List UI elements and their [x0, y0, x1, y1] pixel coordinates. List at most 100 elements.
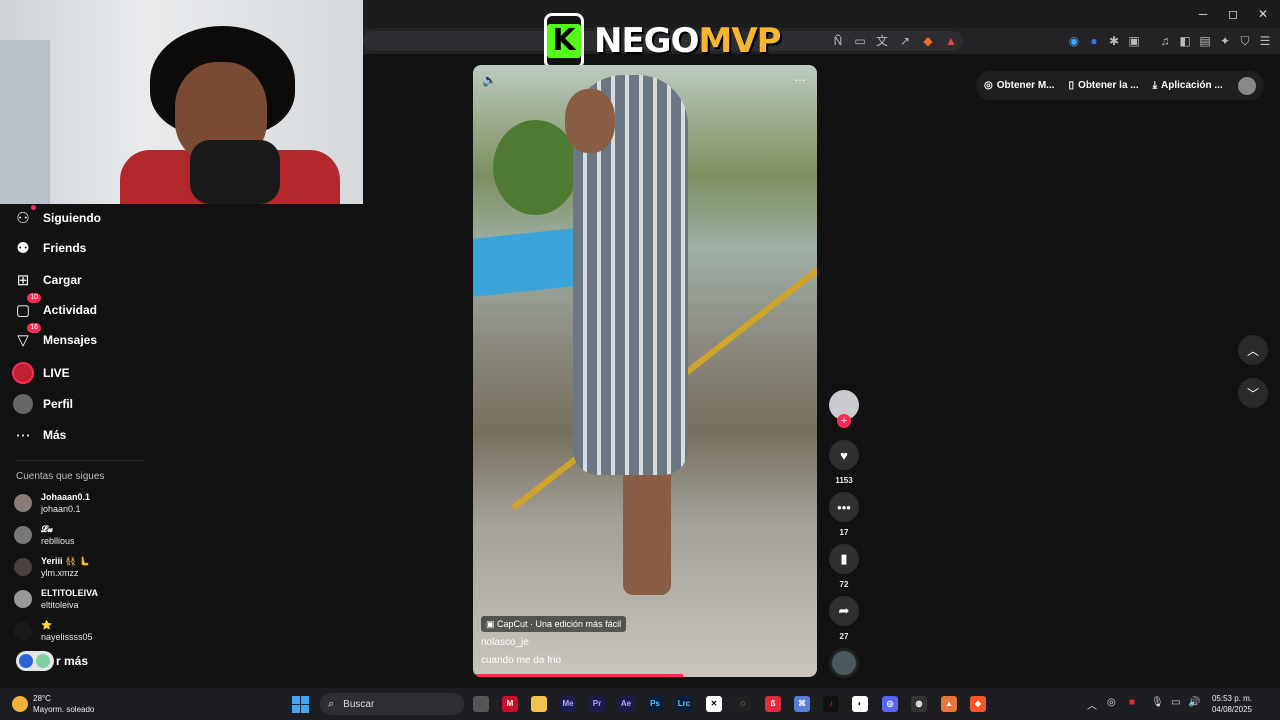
save-button[interactable]: ▮ [829, 544, 859, 574]
next-video-button[interactable]: ﹀ [1238, 378, 1268, 408]
screenshot-icon[interactable]: ▣ [1126, 33, 1142, 49]
kick-logo-icon: K [544, 13, 584, 69]
sidebar-item-mensajes[interactable]: ▽ 16 Mensajes [12, 323, 162, 353]
wifi-ext-icon[interactable]: ◉ [1066, 33, 1082, 49]
following-account[interactable]: Johaaan0.1 johaan0.1 [14, 489, 164, 517]
tray-mcafee-icon[interactable]: ■ [1129, 697, 1135, 708]
premiere-icon[interactable]: Pr [589, 696, 605, 712]
share-button[interactable]: ➦ [829, 596, 859, 626]
share-count: 27 [839, 632, 849, 641]
logo-text-part2: MVP [698, 21, 782, 61]
messages-icon: ▽ 16 [12, 323, 41, 351]
mcafee-icon[interactable]: M [502, 696, 518, 712]
brave-browser-icon[interactable]: ◆ [970, 696, 986, 712]
microphone-icon[interactable]: 🎙 [1151, 697, 1164, 708]
get-coins-button[interactable]: ◎ Obtener M... [984, 80, 1055, 91]
follow-plus-icon[interactable]: + [837, 414, 851, 428]
video-caption: cuando me da frio [481, 655, 562, 666]
maximize-icon[interactable]: ◻ [1218, 4, 1248, 24]
sidebar-item-cargar[interactable]: ⊞ Cargar [12, 267, 162, 293]
previous-video-button[interactable]: ︿ [1238, 335, 1268, 365]
video-player[interactable]: 🔈 ⋯ ▣ CapCut · Una edición más fácil nol… [473, 65, 817, 677]
music-disc[interactable] [829, 648, 859, 678]
brave-shield-icon[interactable]: ◆ [920, 33, 936, 49]
weather-widget[interactable]: 28°C Mayorm. soleado [33, 693, 94, 715]
get-item-label: Obtener la ... [1078, 80, 1139, 91]
following-account[interactable]: Yeriii 👯‍♀️ 🫷 ylm.xmzz [14, 553, 164, 581]
vlc-icon[interactable]: ▲ [941, 696, 957, 712]
lightroom-icon[interactable]: Lrc [676, 696, 692, 712]
discord-icon[interactable]: ◎ [882, 696, 898, 712]
tiktok-app-icon[interactable]: ♪ [823, 696, 839, 712]
tray-expand-icon[interactable]: ︿ [1087, 697, 1097, 712]
cast-icon[interactable]: ▭ [852, 33, 868, 49]
comment-button[interactable]: ••• [829, 492, 859, 522]
system-clock[interactable]: 05:53 p. m. 04/08/2025 [1206, 693, 1252, 715]
following-account[interactable]: 𝓛𝓾 rebllious [14, 521, 164, 549]
media-icon[interactable]: ♫ [1157, 33, 1173, 49]
get-app-button[interactable]: ▯ Obtener la ... [1069, 80, 1139, 91]
wallet-icon[interactable]: ▤ [1197, 33, 1213, 49]
account-username: rebllious [41, 536, 75, 546]
taskbar-search[interactable]: ⌕ Buscar [320, 693, 464, 715]
following-account[interactable]: ELTITOLEIVA eltitoleiva [14, 585, 164, 613]
sidebar-item-perfil[interactable]: Perfil [12, 391, 162, 417]
more-dots-icon: ⋯ [15, 427, 31, 444]
sidebar-item-live[interactable]: LIVE [12, 360, 162, 386]
video-scene-face [565, 89, 615, 153]
vpn-ext-icon[interactable]: ● [1086, 33, 1102, 49]
sidebar-item-label: Siguiendo [43, 211, 101, 225]
activity-icon: ▢ 10 [12, 293, 41, 321]
video-progress-bar[interactable] [473, 674, 683, 677]
coin-icon: ◎ [984, 80, 993, 91]
video-scene-pool [473, 227, 583, 297]
chrome-icon[interactable]: ◍ [911, 696, 927, 712]
account-username: nayelissss05 [41, 632, 93, 642]
after-effects-icon[interactable]: Ae [618, 696, 634, 712]
game-controller-icon[interactable]: ⌘ [794, 696, 810, 712]
extensions-icon[interactable]: ✱ [1106, 33, 1122, 49]
file-explorer-icon[interactable] [531, 696, 547, 712]
share-icon[interactable]: ↗ [897, 33, 913, 49]
task-view-icon[interactable] [473, 696, 489, 712]
video-scene-tree [493, 120, 578, 215]
menu-icon[interactable]: ☰ [1257, 33, 1273, 49]
volume-icon[interactable]: 🔈 [482, 73, 497, 87]
capcut-tag[interactable]: ▣ CapCut · Una edición más fácil [481, 616, 627, 632]
windows-start-icon[interactable] [292, 696, 309, 713]
stream-logo: K NEGOMVP [544, 12, 782, 70]
close-icon[interactable]: ✕ [1248, 4, 1278, 24]
sidebar-item-siguiendo[interactable]: ⚇ Siguiendo [12, 205, 162, 231]
bookmark-icon: ▮ [840, 551, 848, 566]
weather-sun-icon[interactable] [12, 696, 28, 712]
capcut-app-icon[interactable]: ✕ [706, 696, 722, 712]
vpn-shield-icon[interactable]: ⛉ [1237, 33, 1253, 49]
sidebar-item-friends[interactable]: ⚉ Friends [12, 235, 162, 261]
leo-icon[interactable]: ✦ [1217, 33, 1233, 49]
user-avatar[interactable] [1238, 76, 1256, 95]
photoshop-icon[interactable]: Ps [647, 696, 663, 712]
minimize-icon[interactable]: ─ [1188, 4, 1218, 24]
desktop-app-button[interactable]: ⤓ Aplicación ... [1153, 80, 1223, 91]
sidebar-toggle-icon[interactable]: ◧ [1177, 33, 1193, 49]
obs-icon[interactable]: ◌ [735, 696, 751, 712]
tray-app-icon[interactable]: ◎ [1107, 697, 1116, 708]
more-options-icon[interactable]: ⋯ [794, 73, 806, 87]
see-more-button[interactable]: r más [16, 650, 156, 672]
video-username[interactable]: nolasco_je [481, 637, 529, 648]
sidebar-item-actividad[interactable]: ▢ 10 Actividad [12, 293, 162, 323]
live-avatar [12, 362, 34, 384]
volume-tray-icon[interactable]: 🔊 [1188, 697, 1200, 708]
translate-icon[interactable]: 文 [874, 33, 890, 49]
rewards-icon[interactable]: ▲ [943, 33, 959, 49]
like-button[interactable]: ♥ [829, 440, 859, 470]
network-icon[interactable]: ▭ [1171, 697, 1180, 708]
app-red-icon[interactable]: ß [765, 696, 781, 712]
media-encoder-icon[interactable]: Me [560, 696, 576, 712]
reader-icon[interactable]: Ñ [830, 33, 846, 49]
steam-icon[interactable]: ◐ [852, 696, 868, 712]
account-avatar [14, 494, 32, 512]
following-account[interactable]: ⭐ nayelissss05 [14, 617, 164, 645]
sidebar-item-mas[interactable]: ⋯ Más [12, 422, 162, 448]
share-arrow-icon: ➦ [838, 603, 850, 618]
